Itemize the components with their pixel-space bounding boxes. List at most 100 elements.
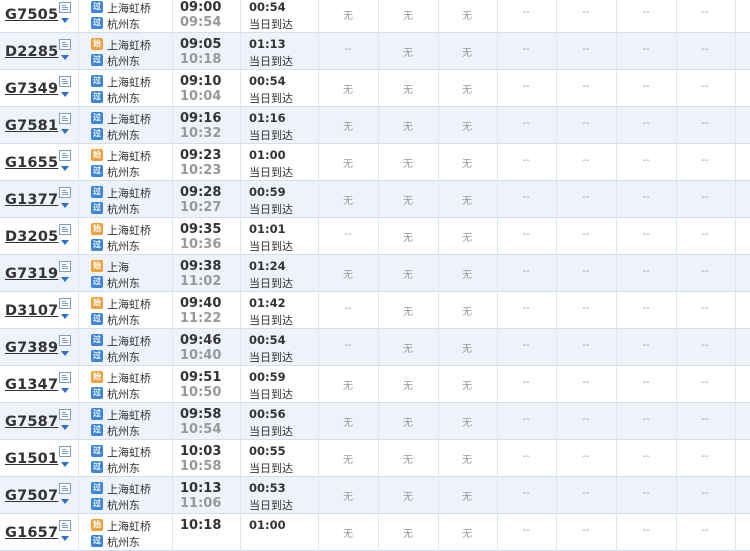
info-card-icon[interactable]	[59, 261, 71, 272]
info-card-icon[interactable]	[59, 39, 71, 50]
chevron-down-icon[interactable]	[61, 351, 69, 356]
table-row[interactable]: G7505 过上海虹桥过杭州东 09:00 09:54 00:54 当日到达 无 无 无 -- --…	[0, 0, 750, 33]
column-divider	[497, 514, 498, 551]
train-number-link[interactable]: G7581	[5, 118, 58, 134]
train-number-link[interactable]: G7507	[5, 488, 58, 504]
table-row[interactable]: D3107 始上海虹桥过杭州东 09:40 11:22 01:42 当日到达 -- 无 无 -- -…	[0, 292, 750, 329]
table-row[interactable]: G1347 始上海虹桥过杭州东 09:51 10:50 00:59 当日到达 无 无 无 -- --…	[0, 366, 750, 403]
pass-through-badge: 过	[91, 17, 103, 29]
info-card-icon[interactable]	[59, 446, 71, 457]
chevron-down-icon[interactable]	[61, 462, 69, 467]
departure-time: 09:40	[180, 296, 222, 311]
chevron-down-icon[interactable]	[61, 129, 69, 134]
table-row[interactable]: G7507 过上海虹桥过杭州东 10:13 11:06 00:53 当日到达 无 无 无 -- --…	[0, 477, 750, 514]
table-row[interactable]: G7319 始上海过杭州东 09:38 11:02 01:24 当日到达 无 无 无 -- -- --…	[0, 255, 750, 292]
column-divider	[438, 329, 439, 366]
chevron-down-icon[interactable]	[61, 18, 69, 23]
column-divider	[240, 181, 241, 218]
info-card-icon[interactable]	[59, 520, 71, 531]
arrival-station: 杭州东	[107, 166, 140, 179]
table-row[interactable]: G1657 始上海虹桥过杭州东 10:18 01:00 无无无 -- -- -- --	[0, 514, 750, 551]
seat-availability: --	[582, 488, 590, 499]
train-number-link[interactable]: G1657	[5, 525, 58, 541]
departure-time: 09:00	[180, 0, 222, 15]
train-number-link[interactable]: G7389	[5, 340, 58, 356]
column-divider	[497, 255, 498, 292]
chevron-down-icon[interactable]	[61, 499, 69, 504]
table-row[interactable]: G7587 过上海虹桥过杭州东 09:58 10:54 00:56 当日到达 无 无 无 -- --…	[0, 403, 750, 440]
chevron-down-icon[interactable]	[61, 536, 69, 541]
seat-availability: --	[642, 266, 650, 277]
info-card-icon[interactable]	[59, 224, 71, 235]
info-card-icon[interactable]	[59, 372, 71, 383]
table-row[interactable]: G1377 过上海虹桥过杭州东 09:28 10:27 00:59 当日到达 无 无 无 -- --…	[0, 181, 750, 218]
table-row[interactable]: G1655 始上海虹桥过杭州东 09:23 10:23 01:00 当日到达 无 无 无 -- --…	[0, 144, 750, 181]
seat-availability: --	[701, 451, 709, 462]
pass-through-badge: 过	[91, 239, 103, 251]
arrival-time: 10:40	[180, 348, 222, 363]
departure-time: 09:16	[180, 111, 222, 126]
table-row[interactable]: G7349 过上海虹桥过杭州东 09:10 10:04 00:54 当日到达 无 无 无 -- --…	[0, 70, 750, 107]
table-row[interactable]: G7389 过上海虹桥过杭州东 09:46 10:40 00:54 当日到达 -- 无 无 -- -…	[0, 329, 750, 366]
column-divider	[240, 477, 241, 514]
chevron-down-icon[interactable]	[61, 277, 69, 282]
seat-availability: --	[582, 118, 590, 129]
table-row[interactable]: D3205 始上海虹桥过杭州东 09:35 10:36 01:01 当日到达 -- 无 无 -- -…	[0, 218, 750, 255]
chevron-down-icon[interactable]	[61, 203, 69, 208]
train-number-link[interactable]: D3205	[5, 229, 58, 245]
column-divider	[438, 477, 439, 514]
info-card-icon[interactable]	[59, 150, 71, 161]
column-divider	[78, 70, 79, 107]
column-divider	[318, 70, 319, 107]
info-card-icon[interactable]	[59, 298, 71, 309]
info-card-icon[interactable]	[59, 2, 71, 13]
train-number-link[interactable]: G7587	[5, 414, 58, 430]
chevron-down-icon[interactable]	[61, 240, 69, 245]
column-divider	[240, 514, 241, 551]
column-divider	[616, 107, 617, 144]
train-number-link[interactable]: G1377	[5, 192, 58, 208]
train-number-link[interactable]: G1655	[5, 155, 58, 171]
info-card-icon[interactable]	[59, 113, 71, 124]
info-card-icon[interactable]	[59, 483, 71, 494]
chevron-down-icon[interactable]	[61, 166, 69, 171]
pass-through-badge: 过	[91, 91, 103, 103]
train-number-link[interactable]: G7505	[5, 7, 58, 23]
seat-availability: --	[522, 229, 530, 240]
column-divider	[497, 403, 498, 440]
seat-availability: --	[642, 488, 650, 499]
column-divider	[556, 33, 557, 70]
pass-through-badge: 过	[91, 445, 103, 457]
chevron-down-icon[interactable]	[61, 388, 69, 393]
seat-availability: --	[642, 377, 650, 388]
train-number-link[interactable]: D3107	[5, 303, 58, 319]
pass-through-badge: 过	[91, 535, 103, 547]
chevron-down-icon[interactable]	[61, 425, 69, 430]
info-card-icon[interactable]	[59, 76, 71, 87]
arrival-time: 10:27	[180, 200, 222, 215]
chevron-down-icon[interactable]	[61, 92, 69, 97]
table-row[interactable]: D2285 始上海虹桥过杭州东 09:05 10:18 01:13 当日到达 -- 无 无 -- -…	[0, 33, 750, 70]
seat-availability: --	[701, 266, 709, 277]
arrival-day-note: 当日到达	[249, 55, 293, 68]
info-card-icon[interactable]	[59, 409, 71, 420]
chevron-down-icon[interactable]	[61, 55, 69, 60]
train-number-link[interactable]: G1347	[5, 377, 58, 393]
seat-availability: 无	[462, 307, 472, 318]
chevron-down-icon[interactable]	[61, 314, 69, 319]
train-number-link[interactable]: G1501	[5, 451, 58, 467]
info-card-icon[interactable]	[59, 335, 71, 346]
train-number-link[interactable]: D2285	[5, 44, 58, 60]
column-divider	[735, 107, 736, 144]
train-number-link[interactable]: G7319	[5, 266, 58, 282]
seat-availability: 无	[462, 159, 472, 170]
seat-availability: 无	[343, 381, 353, 392]
seat-availability: --	[701, 44, 709, 55]
column-divider	[556, 366, 557, 403]
table-row[interactable]: G1501 过上海虹桥过杭州东 10:03 10:58 00:55 当日到达 无 无 无 -- --…	[0, 440, 750, 477]
info-card-icon[interactable]	[59, 187, 71, 198]
column-divider	[497, 440, 498, 477]
travel-duration: 01:24	[249, 259, 286, 273]
table-row[interactable]: G7581 过上海虹桥过杭州东 09:16 10:32 01:16 当日到达 无 无 无 -- --…	[0, 107, 750, 144]
train-number-link[interactable]: G7349	[5, 81, 58, 97]
